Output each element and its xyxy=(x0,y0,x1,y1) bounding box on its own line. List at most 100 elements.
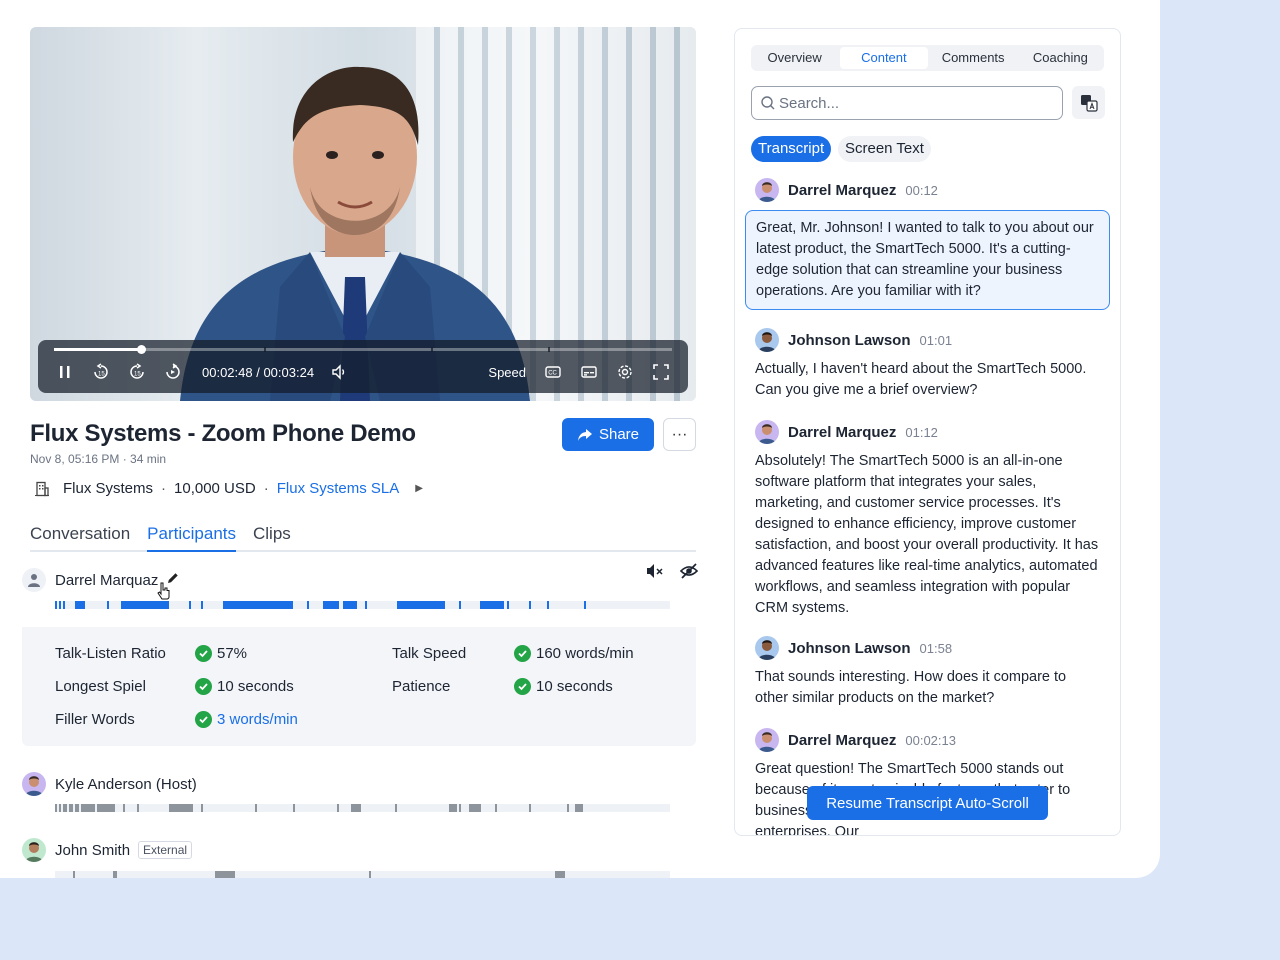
speech-segment xyxy=(507,601,509,609)
replay-icon[interactable] xyxy=(162,361,184,383)
speech-segment xyxy=(555,871,565,878)
tab-comments[interactable]: Comments xyxy=(930,47,1017,69)
pill-screen-text[interactable]: Screen Text xyxy=(838,136,931,162)
share-button[interactable]: Share xyxy=(562,418,654,451)
talk-timeline[interactable] xyxy=(55,804,670,812)
tab-conversation[interactable]: Conversation xyxy=(30,524,130,550)
search-icon xyxy=(761,96,775,110)
more-options-button[interactable]: ··· xyxy=(663,418,696,451)
transcript-message[interactable]: Actually, I haven't heard about the Smar… xyxy=(755,359,1103,401)
speech-segment xyxy=(59,601,61,609)
timestamp[interactable]: 01:01 xyxy=(920,333,953,348)
speech-segment xyxy=(73,871,75,878)
speech-segment xyxy=(529,601,531,609)
participant-row[interactable]: John Smith External xyxy=(22,838,193,862)
talk-timeline[interactable] xyxy=(55,601,670,609)
progress-knob[interactable] xyxy=(136,345,146,354)
filler-words-link[interactable]: 3 words/min xyxy=(217,711,298,728)
participant-name: John Smith xyxy=(55,841,131,859)
chapter-marker xyxy=(430,347,433,352)
tab-participants[interactable]: Participants xyxy=(147,524,236,552)
subtitles-icon[interactable] xyxy=(578,361,600,383)
speech-segment xyxy=(575,804,583,812)
speech-segment xyxy=(293,804,295,812)
time-display: 00:02:48 / 00:03:24 xyxy=(202,364,315,380)
timestamp[interactable]: 01:12 xyxy=(905,425,938,440)
search-placeholder: Search... xyxy=(779,94,840,112)
speech-segment xyxy=(75,601,85,609)
tab-content[interactable]: Content xyxy=(840,47,928,69)
transcript-message-highlighted[interactable]: Great, Mr. Johnson! I wanted to talk to … xyxy=(745,210,1110,310)
transcript-message[interactable]: Absolutely! The SmartTech 5000 is an all… xyxy=(755,451,1103,619)
pause-icon[interactable] xyxy=(54,361,76,383)
speech-segment xyxy=(343,601,357,609)
hide-eye-icon[interactable] xyxy=(679,562,699,585)
speech-segment xyxy=(69,804,73,812)
transcript-speaker: Johnson Lawson 01:58 xyxy=(755,636,952,660)
participant-name: Darrel Marquaz xyxy=(55,571,159,589)
speech-segment xyxy=(567,804,569,812)
video-player[interactable]: 15 15 00:02:48 / 00:03:24 Speed CC xyxy=(30,27,696,401)
translate-icon xyxy=(1080,94,1098,112)
volume-icon[interactable] xyxy=(328,361,350,383)
speaker-name: Darrel Marquez xyxy=(788,731,897,749)
speech-segment xyxy=(395,804,397,812)
stat-label: Longest Spiel xyxy=(55,678,146,695)
check-icon xyxy=(514,645,531,662)
fullscreen-icon[interactable] xyxy=(650,361,672,383)
tab-overview[interactable]: Overview xyxy=(751,47,838,69)
participant-actions xyxy=(645,562,699,585)
speech-segment xyxy=(123,804,125,812)
participant-name: Kyle Anderson (Host) xyxy=(55,775,197,793)
captions-icon[interactable]: CC xyxy=(542,361,564,383)
speech-segment xyxy=(480,601,504,609)
talk-timeline[interactable] xyxy=(55,871,670,878)
svg-text:15: 15 xyxy=(98,372,105,378)
tab-coaching[interactable]: Coaching xyxy=(1017,47,1104,69)
timestamp[interactable]: 01:58 xyxy=(920,641,953,656)
speech-segment xyxy=(351,804,361,812)
tab-clips[interactable]: Clips xyxy=(253,524,291,550)
progress-fill xyxy=(54,348,141,351)
participant-row[interactable]: Darrel Marquaz xyxy=(22,568,180,600)
settings-gear-icon[interactable] xyxy=(614,361,636,383)
resume-auto-scroll-button[interactable]: Resume Transcript Auto-Scroll xyxy=(807,786,1048,820)
timestamp[interactable]: 00:02:13 xyxy=(905,733,956,748)
speech-segment xyxy=(55,804,57,812)
timestamp[interactable]: 00:12 xyxy=(905,183,938,198)
pill-transcript[interactable]: Transcript xyxy=(751,136,832,162)
progress-bar[interactable] xyxy=(54,345,672,354)
mute-icon[interactable] xyxy=(645,562,665,585)
speech-segment xyxy=(584,601,586,609)
search-input[interactable]: Search... xyxy=(751,86,1063,120)
speech-segment xyxy=(397,601,445,609)
caret-right-icon[interactable]: ▶ xyxy=(415,483,423,494)
forward-15-icon[interactable]: 15 xyxy=(126,361,148,383)
speech-segment xyxy=(189,601,191,609)
avatar xyxy=(755,178,779,202)
speech-segment xyxy=(137,804,139,812)
stat-value: 57% xyxy=(195,645,247,662)
avatar xyxy=(22,838,46,862)
speech-segment xyxy=(469,804,481,812)
speech-segment xyxy=(97,804,115,812)
speech-segment xyxy=(529,804,531,812)
deal-link[interactable]: Flux Systems SLA xyxy=(277,480,400,497)
speed-button[interactable]: Speed xyxy=(488,365,526,380)
transcript-speaker: Darrel Marquez 00:12 xyxy=(755,178,938,202)
participant-row[interactable]: Kyle Anderson (Host) xyxy=(22,772,197,796)
video-controls: 15 15 00:02:48 / 00:03:24 Speed CC xyxy=(38,340,688,393)
check-icon xyxy=(195,678,212,695)
detail-tabs: Conversation Participants Clips xyxy=(30,524,696,552)
translate-button[interactable] xyxy=(1072,86,1105,119)
check-icon xyxy=(514,678,531,695)
talk-speed-value: 160 words/min xyxy=(536,645,634,662)
speech-segment xyxy=(59,804,61,812)
rewind-15-icon[interactable]: 15 xyxy=(90,361,112,383)
check-icon xyxy=(195,711,212,728)
separator-dot: · xyxy=(263,480,269,497)
transcript-message[interactable]: That sounds interesting. How does it com… xyxy=(755,667,1103,709)
avatar xyxy=(755,420,779,444)
speech-segment xyxy=(223,601,293,609)
speech-segment xyxy=(81,804,95,812)
